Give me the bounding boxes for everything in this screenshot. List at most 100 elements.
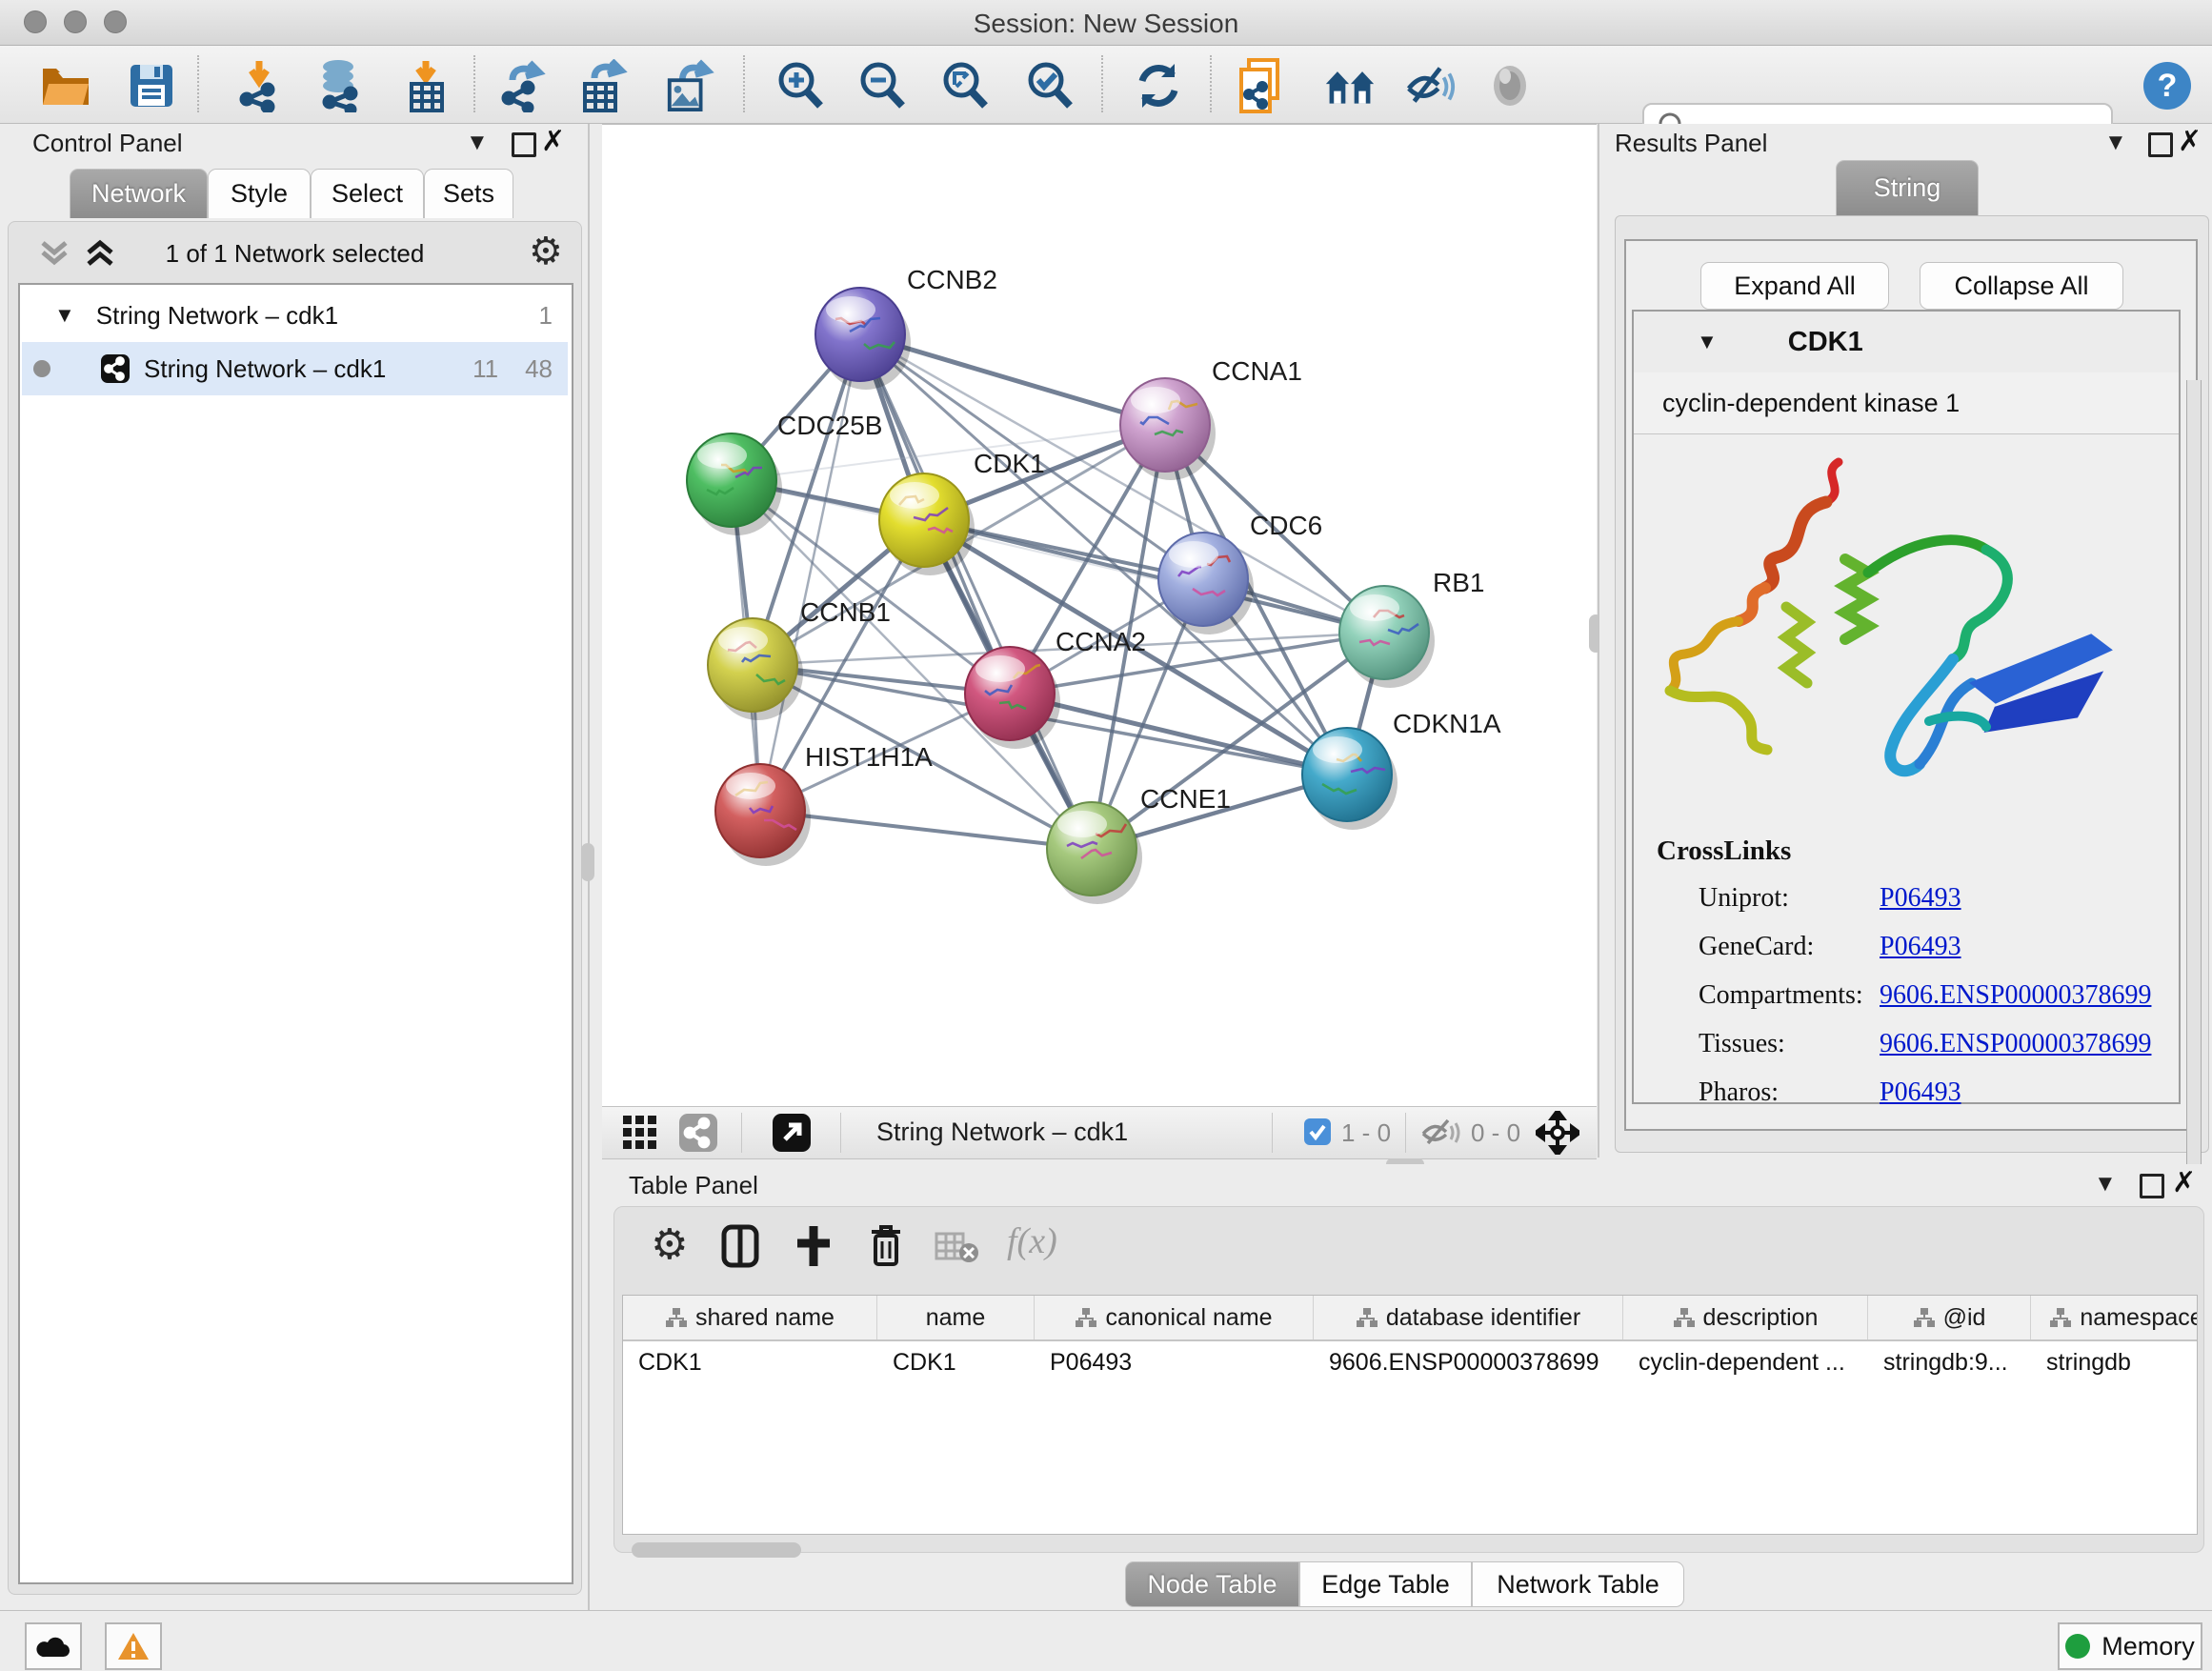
duplicate-network-icon[interactable] [1235, 60, 1286, 111]
table-panel-title: Table Panel [629, 1171, 758, 1200]
table-panel-close-icon[interactable]: ✗ [2172, 1166, 2196, 1199]
delete-column-icon[interactable] [868, 1222, 904, 1273]
column-header-database-identifier[interactable]: database identifier [1314, 1296, 1623, 1339]
open-session-icon[interactable] [40, 60, 91, 111]
open-in-window-icon[interactable] [772, 1113, 812, 1158]
function-builder-icon[interactable]: f(x) [1007, 1220, 1057, 1262]
column-header-shared-name[interactable]: shared name [623, 1296, 877, 1339]
control-panel-close-icon[interactable]: ✗ [541, 125, 565, 158]
help-icon[interactable]: ? [2142, 60, 2193, 111]
pan-crosshair-icon[interactable] [1536, 1111, 1579, 1159]
network-node-CCNB2[interactable]: CCNB2 [815, 265, 997, 390]
network-node-CCNA1[interactable]: CCNA1 [1120, 356, 1302, 480]
crosslink-value-link[interactable]: P06493 [1880, 883, 1961, 914]
export-image-icon[interactable] [664, 60, 715, 111]
table-cell[interactable]: stringdb:9... [1868, 1341, 2030, 1383]
collapse-all-button[interactable]: Collapse All [1920, 262, 2123, 310]
column-header--id[interactable]: @id [1868, 1296, 2031, 1339]
crosslink-value-link[interactable]: 9606.ENSP00000378699 [1880, 1029, 2151, 1059]
column-header-canonical-name[interactable]: canonical name [1035, 1296, 1314, 1339]
table-cell[interactable]: stringdb [2031, 1341, 2198, 1383]
hidden-eye-slash-icon[interactable] [1421, 1117, 1463, 1154]
table-cell[interactable]: CDK1 [623, 1341, 876, 1383]
control-panel-collapse-icon[interactable]: ▼ [466, 130, 489, 156]
tab-edge-table[interactable]: Edge Table [1299, 1561, 1472, 1607]
toolbar-separator [197, 55, 199, 112]
column-header-description[interactable]: description [1623, 1296, 1868, 1339]
crosslink-value-link[interactable]: 9606.ENSP00000378699 [1880, 980, 2151, 1011]
tab-string[interactable]: String [1836, 160, 1979, 215]
table-panel-float-icon[interactable] [2140, 1174, 2164, 1203]
save-session-icon[interactable] [126, 60, 177, 111]
results-panel-collapse-icon[interactable]: ▼ [2104, 130, 2127, 156]
network-node-CCNE1[interactable]: CCNE1 [1047, 784, 1231, 904]
export-network-icon[interactable] [499, 60, 551, 111]
tab-network-table[interactable]: Network Table [1472, 1561, 1684, 1607]
table-cell[interactable]: CDK1 [877, 1341, 1034, 1383]
network-edge[interactable] [760, 334, 860, 811]
node-label-CCNA1: CCNA1 [1212, 356, 1302, 386]
grid-view-icon[interactable] [623, 1116, 659, 1155]
import-network-file-icon[interactable] [233, 60, 285, 111]
results-panel-close-icon[interactable]: ✗ [2178, 125, 2202, 158]
toolbar-separator [1101, 55, 1103, 112]
network-row-selected[interactable]: String Network – cdk1 11 48 [22, 342, 568, 395]
tab-node-table[interactable]: Node Table [1125, 1561, 1299, 1607]
expand-all-button[interactable]: Expand All [1700, 262, 1889, 310]
tab-network[interactable]: Network [70, 169, 208, 218]
collection-expand-icon[interactable]: ▼ [54, 303, 75, 328]
warning-button[interactable] [105, 1622, 162, 1670]
show-all-icon[interactable] [1484, 60, 1536, 111]
crosslink-value-link[interactable]: P06493 [1880, 932, 1961, 962]
selected-checkbox-icon[interactable] [1303, 1117, 1332, 1151]
tab-select[interactable]: Select [311, 169, 424, 218]
tab-style[interactable]: Style [208, 169, 311, 218]
table-panel-collapse-icon[interactable]: ▼ [2094, 1171, 2117, 1198]
memory-label: Memory [2101, 1632, 2195, 1661]
hide-selected-icon[interactable] [1405, 60, 1457, 111]
results-panel-float-icon[interactable] [2148, 132, 2173, 162]
table-horizontal-scrollbar[interactable] [632, 1542, 801, 1558]
string-results-box: Expand All Collapse All ▼ CDK1 cyclin-de… [1624, 239, 2198, 1131]
zoom-selected-icon[interactable] [1024, 60, 1076, 111]
export-table-icon[interactable] [579, 60, 631, 111]
table-cell[interactable]: P06493 [1035, 1341, 1313, 1383]
zoom-out-icon[interactable] [856, 60, 908, 111]
memory-button[interactable]: Memory [2058, 1622, 2202, 1670]
crosslink-value-link[interactable]: P06493 [1880, 1077, 1961, 1108]
show-columns-icon[interactable] [721, 1224, 759, 1273]
results-scrollbar[interactable] [2186, 380, 2202, 1171]
splitter-handle[interactable] [581, 843, 594, 881]
table-cell[interactable]: cyclin-dependent ... [1623, 1341, 1867, 1383]
gene-section-header[interactable]: ▼ CDK1 [1634, 312, 2179, 373]
gene-collapse-icon[interactable]: ▼ [1697, 330, 1718, 354]
table-cell[interactable]: 9606.ENSP00000378699 [1314, 1341, 1622, 1383]
network-overview-icon[interactable] [1324, 60, 1376, 111]
table-gear-icon[interactable]: ⚙ [651, 1220, 688, 1269]
column-header-name[interactable]: name [877, 1296, 1035, 1339]
view-title: String Network – cdk1 [876, 1117, 1128, 1147]
tab-sets[interactable]: Sets [424, 169, 513, 218]
view-string-icon[interactable] [678, 1113, 718, 1158]
network-node-RB1[interactable]: RB1 [1339, 568, 1484, 688]
network-node-HIST1H1A[interactable]: HIST1H1A [715, 742, 933, 866]
node-label-HIST1H1A: HIST1H1A [805, 742, 933, 772]
zoom-fit-icon[interactable] [939, 60, 991, 111]
add-column-icon[interactable] [794, 1224, 834, 1273]
zoom-in-icon[interactable] [774, 60, 826, 111]
network-options-gear-icon[interactable]: ⚙ [529, 230, 563, 273]
column-header-namespace[interactable]: namespace [2031, 1296, 2198, 1339]
control-panel-float-icon[interactable] [512, 132, 536, 162]
delete-table-icon[interactable] [935, 1232, 978, 1269]
import-table-file-icon[interactable] [400, 60, 452, 111]
cloud-button[interactable] [25, 1622, 82, 1670]
network-edge[interactable] [860, 334, 1092, 849]
table-panel: Table Panel ▼ ✗ ⚙ f(x) shared namenameca… [602, 1164, 2212, 1610]
crosslink-label: Pharos: [1699, 1077, 1779, 1108]
network-node-CDKN1A[interactable]: CDKN1A [1302, 709, 1501, 830]
network-node-CDC6[interactable]: CDC6 [1158, 511, 1322, 634]
network-collection-row[interactable]: ▼ String Network – cdk1 1 [22, 289, 568, 342]
network-canvas[interactable]: CCNB2CCNA1CDC25BCDK1CDC6RB1CCNB1CCNA2CDK… [602, 124, 1597, 1107]
import-network-database-icon[interactable] [312, 60, 364, 111]
refresh-icon[interactable] [1133, 60, 1184, 111]
